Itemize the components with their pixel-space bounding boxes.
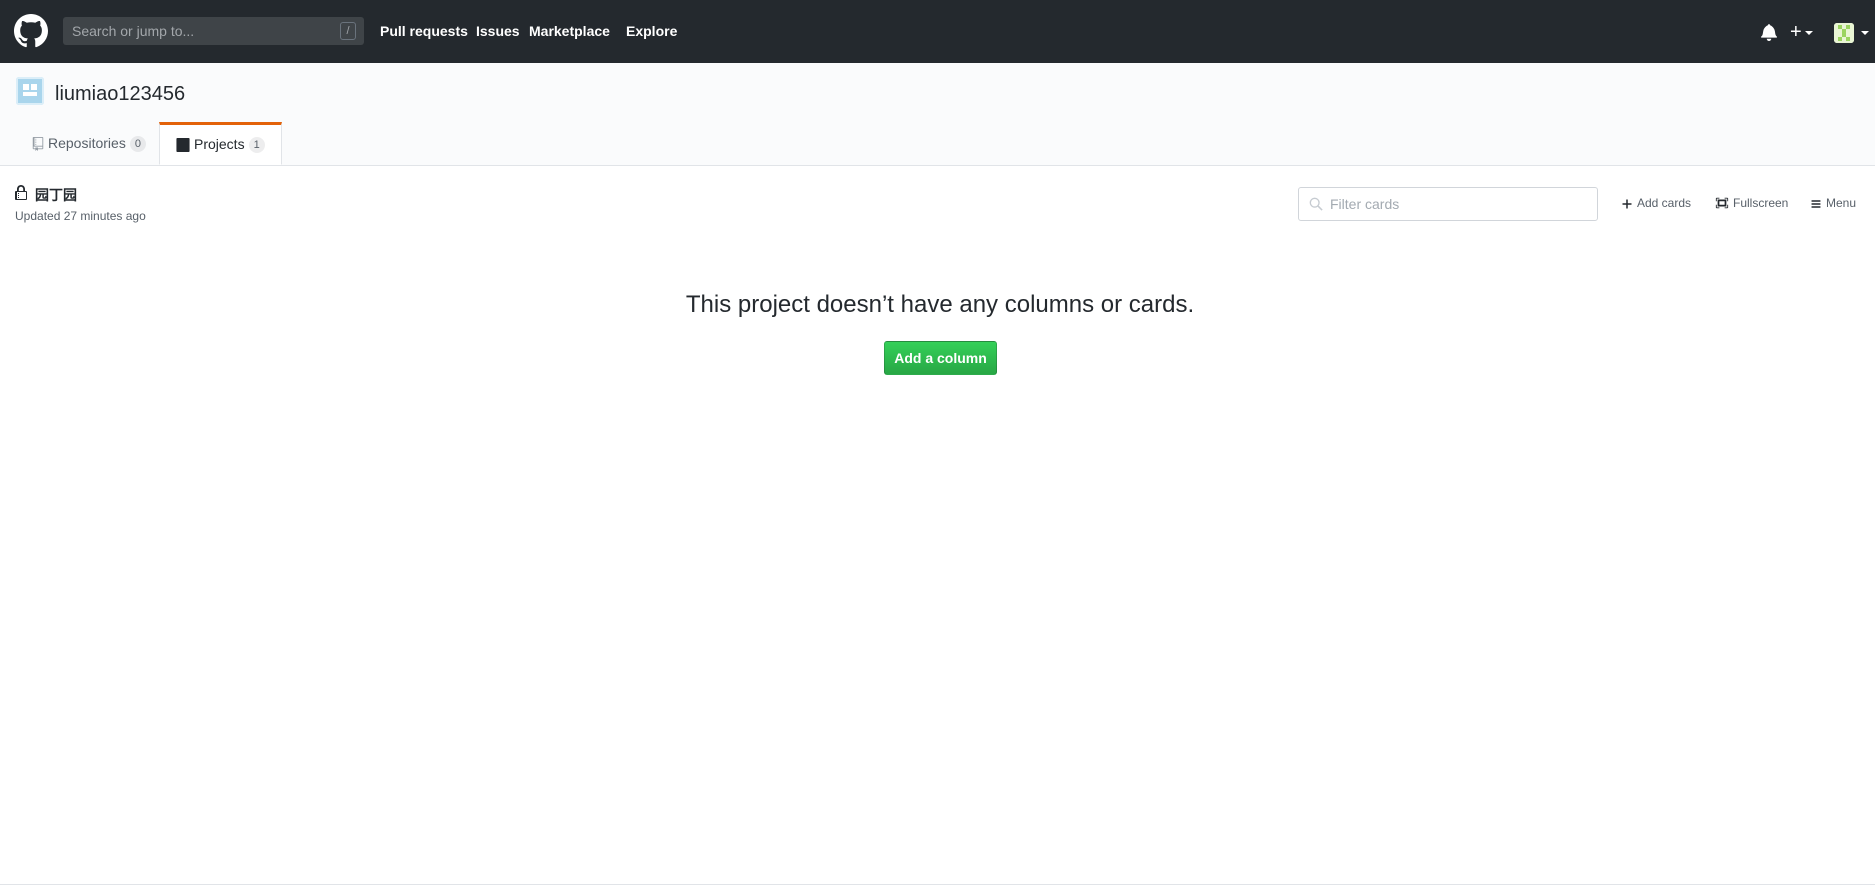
plus-icon: +	[1790, 21, 1802, 43]
org-name[interactable]: liumiao123456	[55, 83, 185, 106]
github-logo-icon[interactable]	[14, 14, 48, 48]
tab-projects-label: Projects	[194, 136, 245, 152]
project-title[interactable]: 园丁园	[35, 185, 77, 205]
footer-divider	[0, 884, 1875, 885]
fullscreen-icon	[1715, 197, 1729, 209]
fullscreen-label: Fullscreen	[1733, 196, 1789, 210]
search-placeholder: Search or jump to...	[72, 23, 195, 39]
repo-icon	[32, 137, 44, 152]
global-header: Search or jump to... / Pull requests Iss…	[0, 0, 1875, 63]
add-cards-button[interactable]: Add cards	[1621, 196, 1691, 210]
tab-repositories-label: Repositories	[48, 135, 126, 151]
org-avatar[interactable]	[16, 77, 44, 105]
tab-repositories[interactable]: Repositories 0	[16, 122, 162, 165]
lock-icon	[15, 185, 27, 200]
project-icon	[176, 138, 190, 153]
filter-placeholder: Filter cards	[1330, 196, 1400, 212]
search-input[interactable]: Search or jump to... /	[63, 17, 364, 45]
notifications-bell-icon[interactable]	[1761, 23, 1777, 41]
tab-projects[interactable]: Projects 1	[159, 122, 282, 165]
hamburger-icon	[1811, 200, 1821, 208]
chevron-down-icon	[1804, 30, 1813, 35]
empty-project-message: This project doesn’t have any columns or…	[685, 291, 1195, 318]
menu-button[interactable]: Menu	[1810, 196, 1856, 210]
repositories-count: 0	[129, 136, 146, 153]
identicon-icon	[1834, 23, 1854, 43]
filter-cards-input[interactable]: Filter cards	[1298, 187, 1598, 221]
nav-explore[interactable]: Explore	[626, 23, 677, 39]
project-updated-time: Updated 27 minutes ago	[15, 209, 146, 223]
create-new-menu[interactable]: +	[1790, 22, 1813, 42]
org-header: liumiao123456 Repositories 0 Projects 1	[0, 63, 1875, 166]
projects-count: 1	[248, 137, 265, 154]
nav-marketplace[interactable]: Marketplace	[529, 23, 610, 39]
search-icon	[1309, 197, 1323, 211]
add-cards-label: Add cards	[1637, 196, 1692, 210]
chevron-down-icon[interactable]	[1861, 31, 1869, 35]
nav-issues[interactable]: Issues	[476, 23, 520, 39]
menu-label: Menu	[1826, 196, 1857, 210]
user-avatar[interactable]	[1834, 23, 1854, 43]
add-column-button[interactable]: Add a column	[884, 341, 997, 375]
nav-pull-requests[interactable]: Pull requests	[380, 23, 468, 39]
search-shortcut-hint: /	[340, 22, 356, 40]
fullscreen-button[interactable]: Fullscreen	[1715, 196, 1788, 210]
plus-icon	[1622, 199, 1632, 209]
